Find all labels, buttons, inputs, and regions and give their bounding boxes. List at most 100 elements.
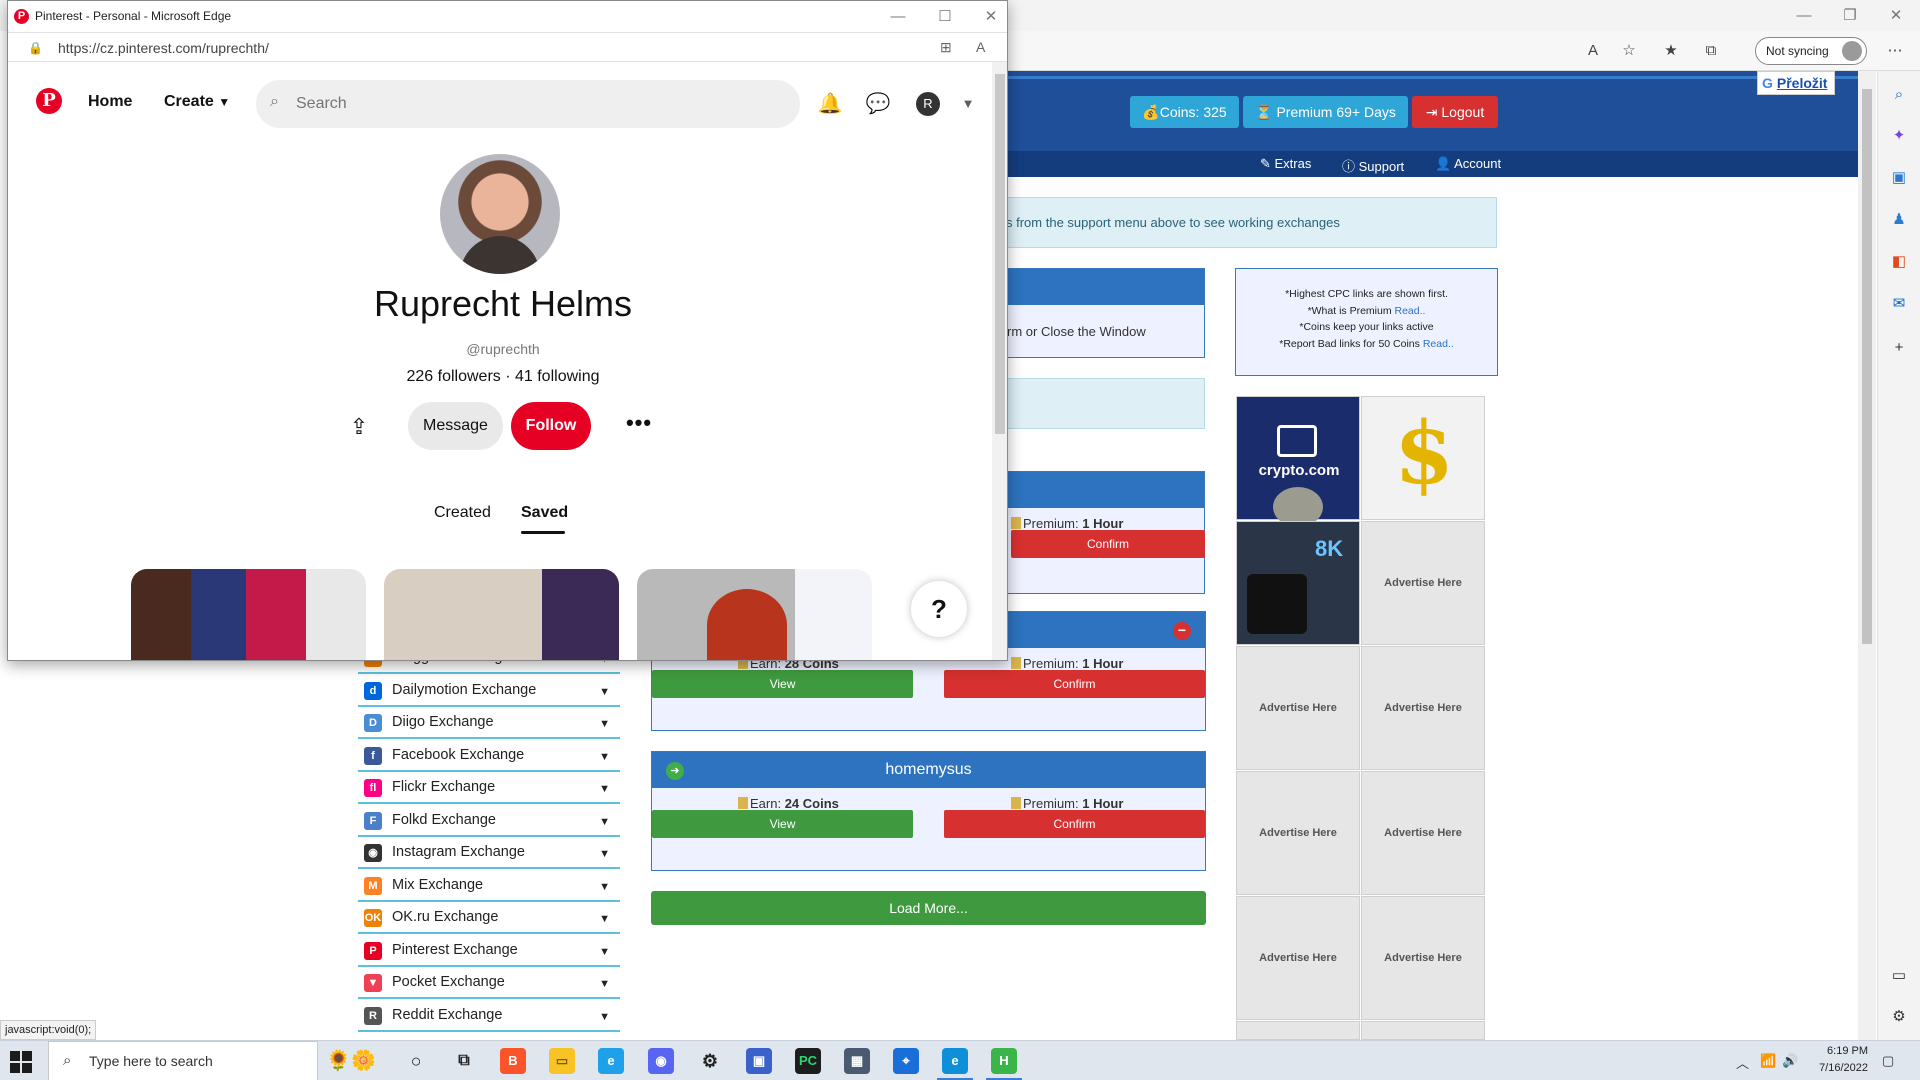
ad-slot[interactable]: Advertise Here <box>1236 896 1360 1020</box>
office-icon[interactable]: ◧ <box>1888 251 1910 273</box>
popup-scrollbar[interactable] <box>992 62 1007 660</box>
expand-arrow-icon[interactable]: ▼ <box>599 839 610 869</box>
more-options-icon[interactable]: ••• <box>623 412 655 440</box>
messages-icon[interactable]: 💬 <box>864 90 892 118</box>
search-input[interactable]: Search <box>296 95 347 113</box>
exchange-item[interactable]: M Mix Exchange ▼ <box>358 870 620 902</box>
logout-button[interactable]: ⇥ Logout <box>1412 96 1498 128</box>
exchange-item[interactable]: D Diigo Exchange ▼ <box>358 707 620 739</box>
discover-icon[interactable]: ✦ <box>1888 125 1910 147</box>
close-icon[interactable]: ✕ <box>981 7 1001 27</box>
expand-arrow-icon[interactable]: ▼ <box>599 969 610 999</box>
expand-arrow-icon[interactable]: ▼ <box>599 872 610 902</box>
exchange-item[interactable]: fl Flickr Exchange ▼ <box>358 772 620 804</box>
ad-slot[interactable]: Advertise Here <box>1236 646 1360 770</box>
exchange-item[interactable]: ◉ Instagram Exchange ▼ <box>358 837 620 869</box>
minimize-icon[interactable]: — <box>1794 6 1814 26</box>
tv-box-ad[interactable]: 8K <box>1236 521 1360 645</box>
translate-widget[interactable]: G Přeložit <box>1757 71 1835 95</box>
remove-icon[interactable]: − <box>1173 622 1191 640</box>
internet-explorer-icon[interactable]: e <box>598 1048 624 1074</box>
minimize-icon[interactable]: — <box>888 7 908 27</box>
edge-icon[interactable]: e <box>942 1048 968 1074</box>
exchange-item[interactable]: P Pinterest Exchange ▼ <box>358 935 620 967</box>
discord-icon[interactable]: ◉ <box>648 1048 674 1074</box>
pycharm-icon[interactable]: PC <box>795 1048 821 1074</box>
coins-button[interactable]: 💰Coins: 325 <box>1130 96 1239 128</box>
pinterest-logo-icon[interactable]: P <box>36 88 62 114</box>
task-view-icon[interactable]: ⧉ <box>451 1048 477 1074</box>
more-options-icon[interactable]: ⋯ <box>1884 40 1906 62</box>
tab-created[interactable]: Created <box>434 504 491 522</box>
outlook-icon[interactable]: ✉ <box>1888 293 1910 315</box>
read-aloud-icon[interactable]: A <box>1582 40 1604 62</box>
windows-start-icon[interactable] <box>10 1051 32 1073</box>
maps-icon[interactable]: ⌖ <box>893 1048 919 1074</box>
home-link[interactable]: Home <box>88 93 132 111</box>
search-bar[interactable]: ⌕ Search <box>256 80 800 128</box>
nav-support[interactable]: ⓘ Support <box>1342 156 1404 175</box>
cortana-icon[interactable]: ○ <box>403 1048 429 1074</box>
network-tool-icon[interactable]: ▣ <box>746 1048 772 1074</box>
crypto-ad[interactable]: crypto.com <box>1236 396 1360 527</box>
nav-extras[interactable]: ✎ Extras <box>1260 156 1311 172</box>
search-icon[interactable]: ⌕ <box>1888 84 1910 106</box>
exchange-item[interactable]: d Dailymotion Exchange ▼ <box>358 675 620 707</box>
add-icon[interactable]: + <box>1888 337 1910 359</box>
confirm-button[interactable]: Confirm <box>1011 530 1205 558</box>
help-button[interactable]: ? <box>911 581 967 637</box>
ad-slot[interactable]: Advertise Here <box>1361 521 1485 645</box>
file-explorer-icon[interactable]: ▭ <box>549 1048 575 1074</box>
expand-arrow-icon[interactable]: ▼ <box>599 937 610 967</box>
exchange-item[interactable]: ▼ Pocket Exchange ▼ <box>358 967 620 999</box>
expand-arrow-icon[interactable]: ▼ <box>599 742 610 772</box>
ad-slot[interactable]: Advertise Here <box>1361 896 1485 1020</box>
settings-icon[interactable]: ⚙ <box>697 1048 723 1074</box>
settings-icon[interactable]: ⚙ <box>1888 1006 1910 1028</box>
collections-icon[interactable]: ⧉ <box>1700 40 1722 62</box>
follow-button[interactable]: Follow <box>511 402 591 450</box>
exchange-item[interactable]: F Folkd Exchange ▼ <box>358 805 620 837</box>
scrollbar-thumb[interactable] <box>1862 89 1872 644</box>
user-avatar[interactable]: R <box>916 92 940 116</box>
expand-arrow-icon[interactable]: ▼ <box>599 709 610 739</box>
maximize-icon[interactable]: ☐ <box>935 7 955 27</box>
confirm-button[interactable]: Confirm <box>944 670 1205 698</box>
address-url[interactable]: https://cz.pinterest.com/ruprechth/ <box>58 40 269 56</box>
confirm-button[interactable]: Confirm <box>944 810 1205 838</box>
expand-arrow-icon[interactable]: ▼ <box>599 1002 610 1032</box>
create-menu[interactable]: Create ▼ <box>164 93 230 111</box>
close-icon[interactable]: ✕ <box>1886 6 1906 26</box>
brave-browser-icon[interactable]: B <box>500 1048 526 1074</box>
exchange-item[interactable]: R Reddit Exchange ▼ <box>358 1000 620 1032</box>
premium-read-link[interactable]: Read.. <box>1395 305 1426 317</box>
report-read-link[interactable]: Read.. <box>1423 338 1454 350</box>
restore-icon[interactable]: ❐ <box>1840 6 1860 26</box>
expand-arrow-icon[interactable]: ▼ <box>599 904 610 934</box>
ad-slot[interactable]: Advertise Here <box>1361 771 1485 895</box>
nav-account[interactable]: 👤 Account <box>1435 156 1501 172</box>
view-button[interactable]: View <box>652 670 913 698</box>
volume-icon[interactable]: 🔊 <box>1782 1053 1798 1069</box>
clock-date[interactable]: 7/16/2022 <box>1804 1062 1868 1074</box>
share-icon[interactable]: ⇪ <box>345 413 373 441</box>
board-preview-3[interactable] <box>637 569 872 660</box>
favorites-icon[interactable]: ★ <box>1660 40 1682 62</box>
expand-arrow-icon[interactable]: ▼ <box>599 807 610 837</box>
view-button[interactable]: View <box>652 810 913 838</box>
page-scrollbar[interactable] <box>1858 71 1876 1040</box>
profile-stats[interactable]: 226 followers · 41 following <box>8 368 998 386</box>
board-preview-2[interactable] <box>384 569 619 660</box>
message-button[interactable]: Message <box>408 402 503 450</box>
account-chevron-icon[interactable]: ▼ <box>954 90 982 118</box>
tab-saved[interactable]: Saved <box>521 504 568 522</box>
translate-link[interactable]: Přeložit <box>1777 75 1828 91</box>
notifications-bell-icon[interactable]: 🔔 <box>816 90 844 118</box>
expand-arrow-icon[interactable]: ▼ <box>599 774 610 804</box>
app-icon[interactable]: ⊞ <box>940 39 952 56</box>
read-aloud-icon[interactable]: A <box>976 39 985 55</box>
shopping-icon[interactable]: ▣ <box>1888 167 1910 189</box>
favorite-add-icon[interactable]: ☆ <box>1618 40 1640 62</box>
dollar-ad[interactable]: $ <box>1361 396 1485 520</box>
premium-button[interactable]: ⏳ Premium 69+ Days <box>1243 96 1408 128</box>
